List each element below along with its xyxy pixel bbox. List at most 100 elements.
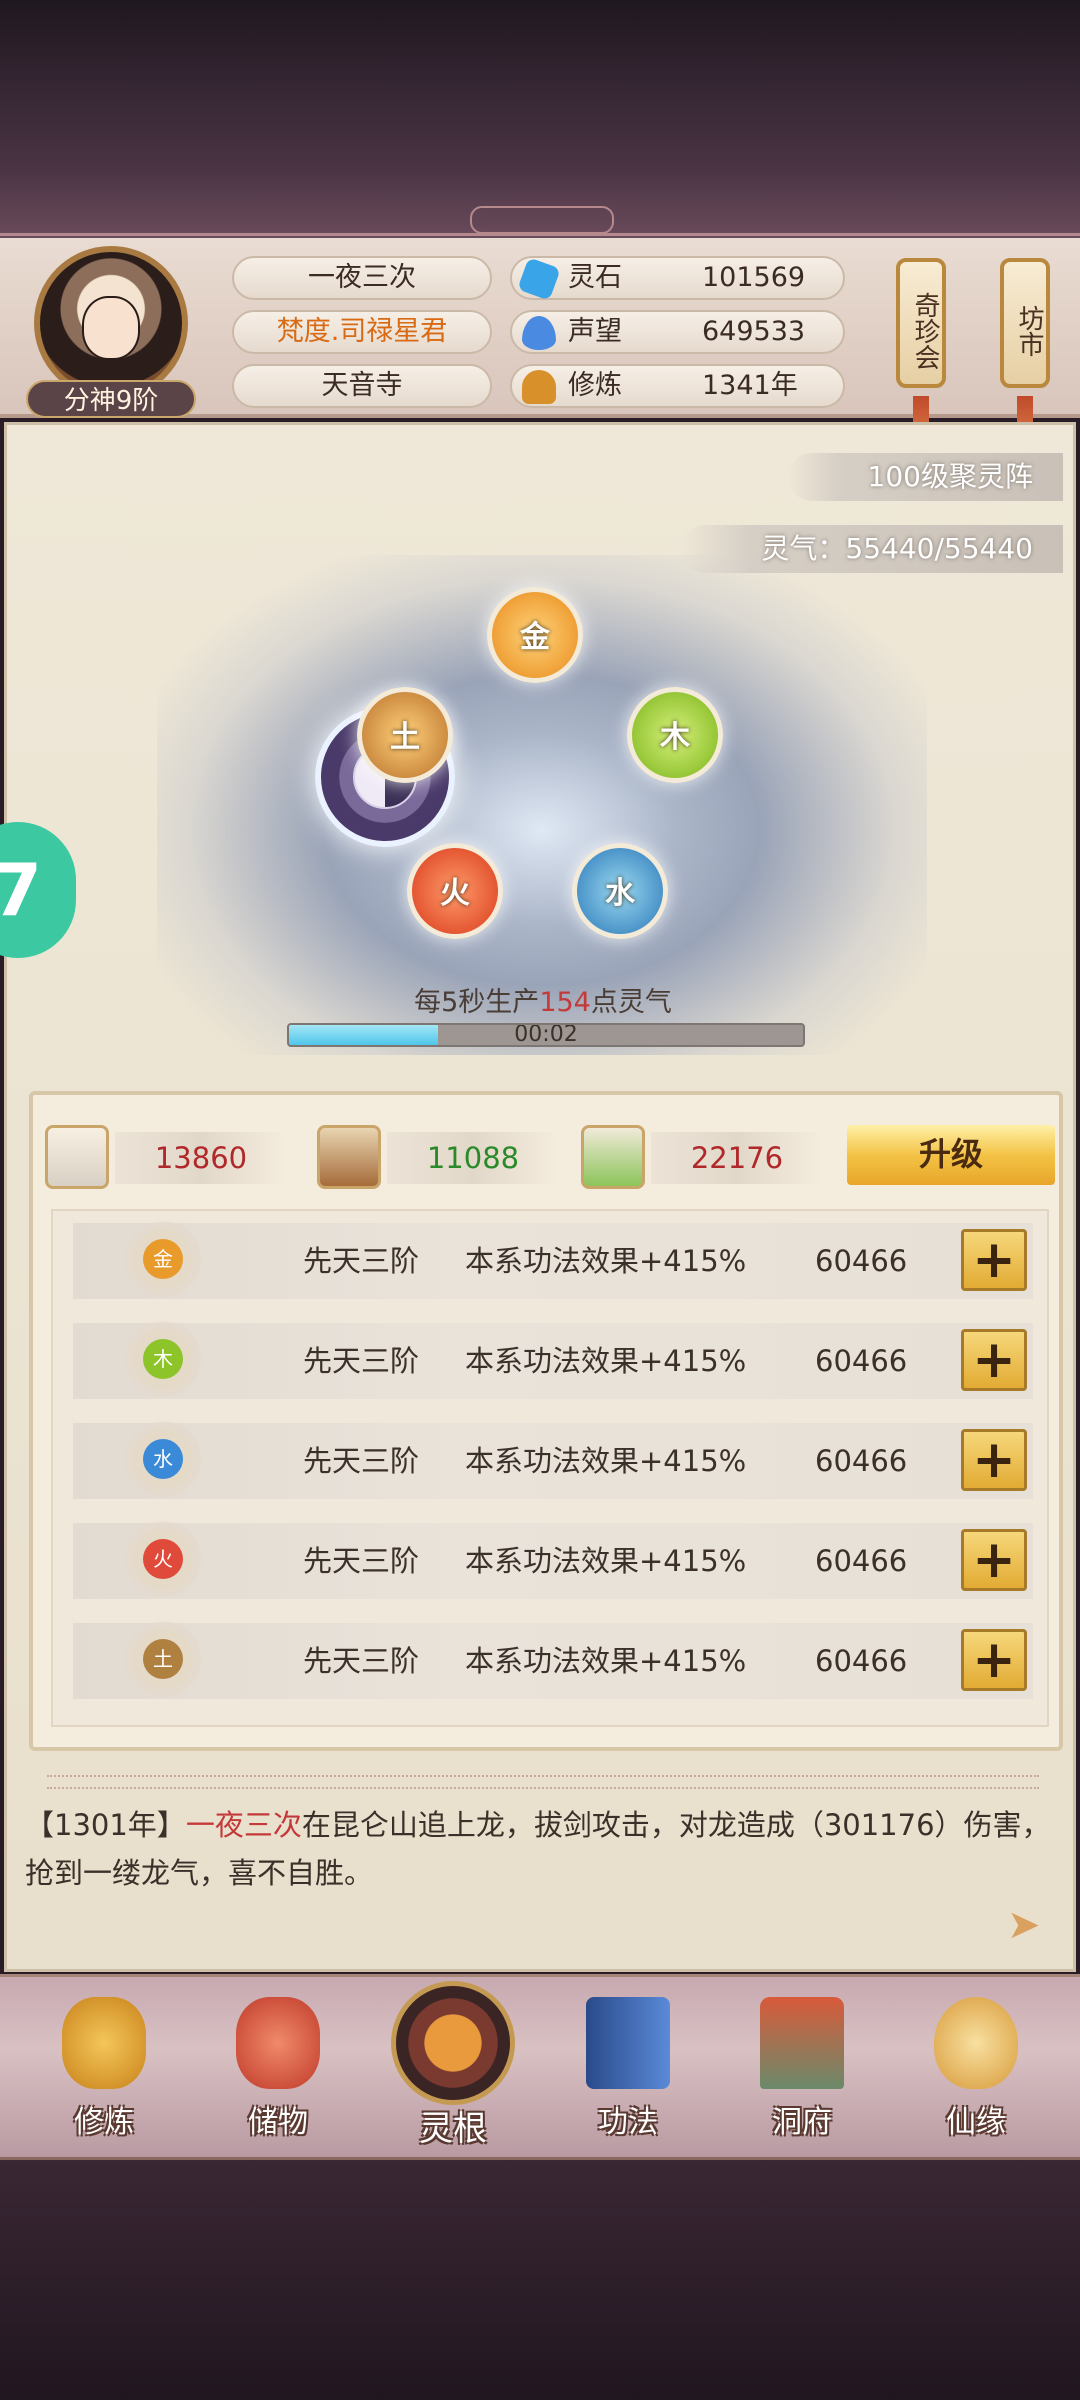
metal-element-icon: 金 [143,1239,183,1279]
spirit-root-icon [391,1981,515,2105]
nav-label: 修炼 [74,2105,134,2140]
element-effect: 本系功法效果+415% [465,1444,747,1478]
earth-element-icon: 土 [143,1639,183,1679]
element-orb-metal[interactable]: 金 [487,587,583,683]
element-effect: 本系功法效果+415% [465,1644,747,1678]
bottom-nav: 修炼 储物 灵根 功法 洞府 仙缘 [0,1974,1080,2160]
upgrade-button[interactable]: 升级 [847,1125,1055,1185]
element-tier: 先天三阶 [303,1344,420,1378]
fire-element-icon: 火 [143,1539,183,1579]
ore-icon [45,1125,109,1189]
production-value: 154 [539,987,591,1018]
element-cost: 60466 [815,1544,908,1578]
resource-value: 1341年 [702,370,798,401]
nav-item-storage[interactable]: 储物 [208,1997,348,2157]
ornamental-divider [47,1775,1039,1789]
nav-item-techniques[interactable]: 功法 [558,1997,698,2157]
element-tier: 先天三阶 [303,1244,420,1278]
formation-level-tag: 100级聚灵阵 [787,453,1063,501]
timer-text: 00:02 [514,1023,578,1047]
element-effect: 本系功法效果+415% [465,1544,747,1578]
production-timer-bar: 00:02 [287,1023,805,1047]
resource-spirit-stone: 灵石 101569 [510,256,845,301]
avatar-button[interactable]: 分神9阶 [26,246,196,418]
metal-plus-button[interactable]: + [961,1229,1027,1291]
fire-plus-button[interactable]: + [961,1529,1027,1591]
wood-cost: 11088 [387,1132,559,1184]
element-cost: 60466 [815,1644,908,1678]
water-element-icon: 水 [143,1439,183,1479]
log-player-name: 一夜三次 [185,1808,302,1842]
element-cost: 60466 [815,1244,908,1278]
market-label: 坊市 [1014,305,1044,357]
element-orb-water[interactable]: 水 [572,843,668,939]
resource-label: 修炼 [568,370,622,401]
element-orb-wood[interactable]: 木 [627,687,723,783]
scripture-book-icon [586,1997,670,2089]
cultivate-icon [62,1997,146,2089]
upgrade-board: 13860 11088 22176 升级 金 先天三阶 本系功法效果+415% … [29,1091,1063,1751]
resource-label: 声望 [568,316,622,347]
cave-mansion-icon [760,1997,844,2089]
water-plus-button[interactable]: + [961,1429,1027,1491]
treasure-fair-label: 奇珍会 [910,292,940,370]
storage-bag-icon [236,1997,320,2089]
element-effect: 本系功法效果+415% [465,1244,747,1278]
nav-label: 洞府 [772,2105,832,2140]
player-name: 一夜三次 [232,256,492,300]
element-list: 金 先天三阶 本系功法效果+415% 60466 + 木 先天三阶 本系功法效果… [51,1209,1049,1727]
next-arrow-icon[interactable]: ➤ [1007,1905,1057,1945]
element-cost: 60466 [815,1444,908,1478]
element-row-water: 水 先天三阶 本系功法效果+415% 60466 + [73,1423,1033,1499]
log-year: 【1301年】 [25,1808,186,1842]
player-sect[interactable]: 天音寺 [232,364,492,408]
ore-cost: 13860 [115,1132,287,1184]
earth-plus-button[interactable]: + [961,1629,1027,1691]
element-tier: 先天三阶 [303,1644,420,1678]
market-button[interactable]: 坊市 [1000,258,1050,388]
herb-icon [581,1125,645,1189]
element-row-fire: 火 先天三阶 本系功法效果+415% 60466 + [73,1523,1033,1599]
nav-item-cave[interactable]: 洞府 [732,1997,872,2157]
nav-label: 功法 [598,2105,658,2140]
nav-item-fate[interactable]: 仙缘 [906,1997,1046,2157]
resource-reputation: 声望 649533 [510,310,845,354]
spirit-stone-icon [517,257,561,301]
nav-item-spirit-root[interactable]: 灵根 [383,1981,523,2157]
nav-label: 储物 [248,2105,308,2140]
element-orb-fire[interactable]: 火 [407,843,503,939]
player-header: 分神9阶 一夜三次 梵度.司禄星君 天音寺 灵石 101569 声望 64953… [0,238,1080,456]
wood-element-icon: 木 [143,1339,183,1379]
production-suffix: 点灵气 [590,987,672,1018]
resource-value: 101569 [702,262,806,293]
meditation-icon [522,370,556,404]
upgrade-cost-row: 13860 11088 22176 升级 [33,1125,1067,1191]
wood-plus-button[interactable]: + [961,1329,1027,1391]
element-row-earth: 土 先天三阶 本系功法效果+415% 60466 + [73,1623,1033,1699]
nav-label: 灵根 [419,2109,487,2149]
element-effect: 本系功法效果+415% [465,1344,747,1378]
nav-item-cultivate[interactable]: 修炼 [34,1997,174,2157]
spirit-formation-panel: 100级聚灵阵 灵气：55440/55440 金 木 水 火 土 每5秒生产15… [4,422,1076,1972]
element-tier: 先天三阶 [303,1544,420,1578]
production-prefix: 每5秒生产 [414,987,540,1018]
production-rate: 每5秒生产154点灵气 [7,980,1079,1019]
nav-label: 仙缘 [946,2105,1006,2140]
element-row-wood: 木 先天三阶 本系功法效果+415% 60466 + [73,1323,1033,1399]
gourd-icon [934,1997,1018,2089]
resource-cultivation: 修炼 1341年 [510,364,845,408]
avatar-face [82,296,140,360]
element-orb-earth[interactable]: 土 [357,687,453,783]
player-title[interactable]: 梵度.司禄星君 [232,310,492,354]
element-tier: 先天三阶 [303,1444,420,1478]
herb-cost: 22176 [651,1132,823,1184]
bottom-frame [0,2160,1080,2400]
top-ornament [0,200,1080,236]
element-cost: 60466 [815,1344,908,1378]
resource-value: 649533 [702,316,806,347]
treasure-fair-button[interactable]: 奇珍会 [896,258,946,388]
resource-label: 灵石 [568,262,622,293]
rank-badge: 分神9阶 [26,380,196,418]
wood-logs-icon [317,1125,381,1189]
reputation-crystal-icon [522,316,556,350]
